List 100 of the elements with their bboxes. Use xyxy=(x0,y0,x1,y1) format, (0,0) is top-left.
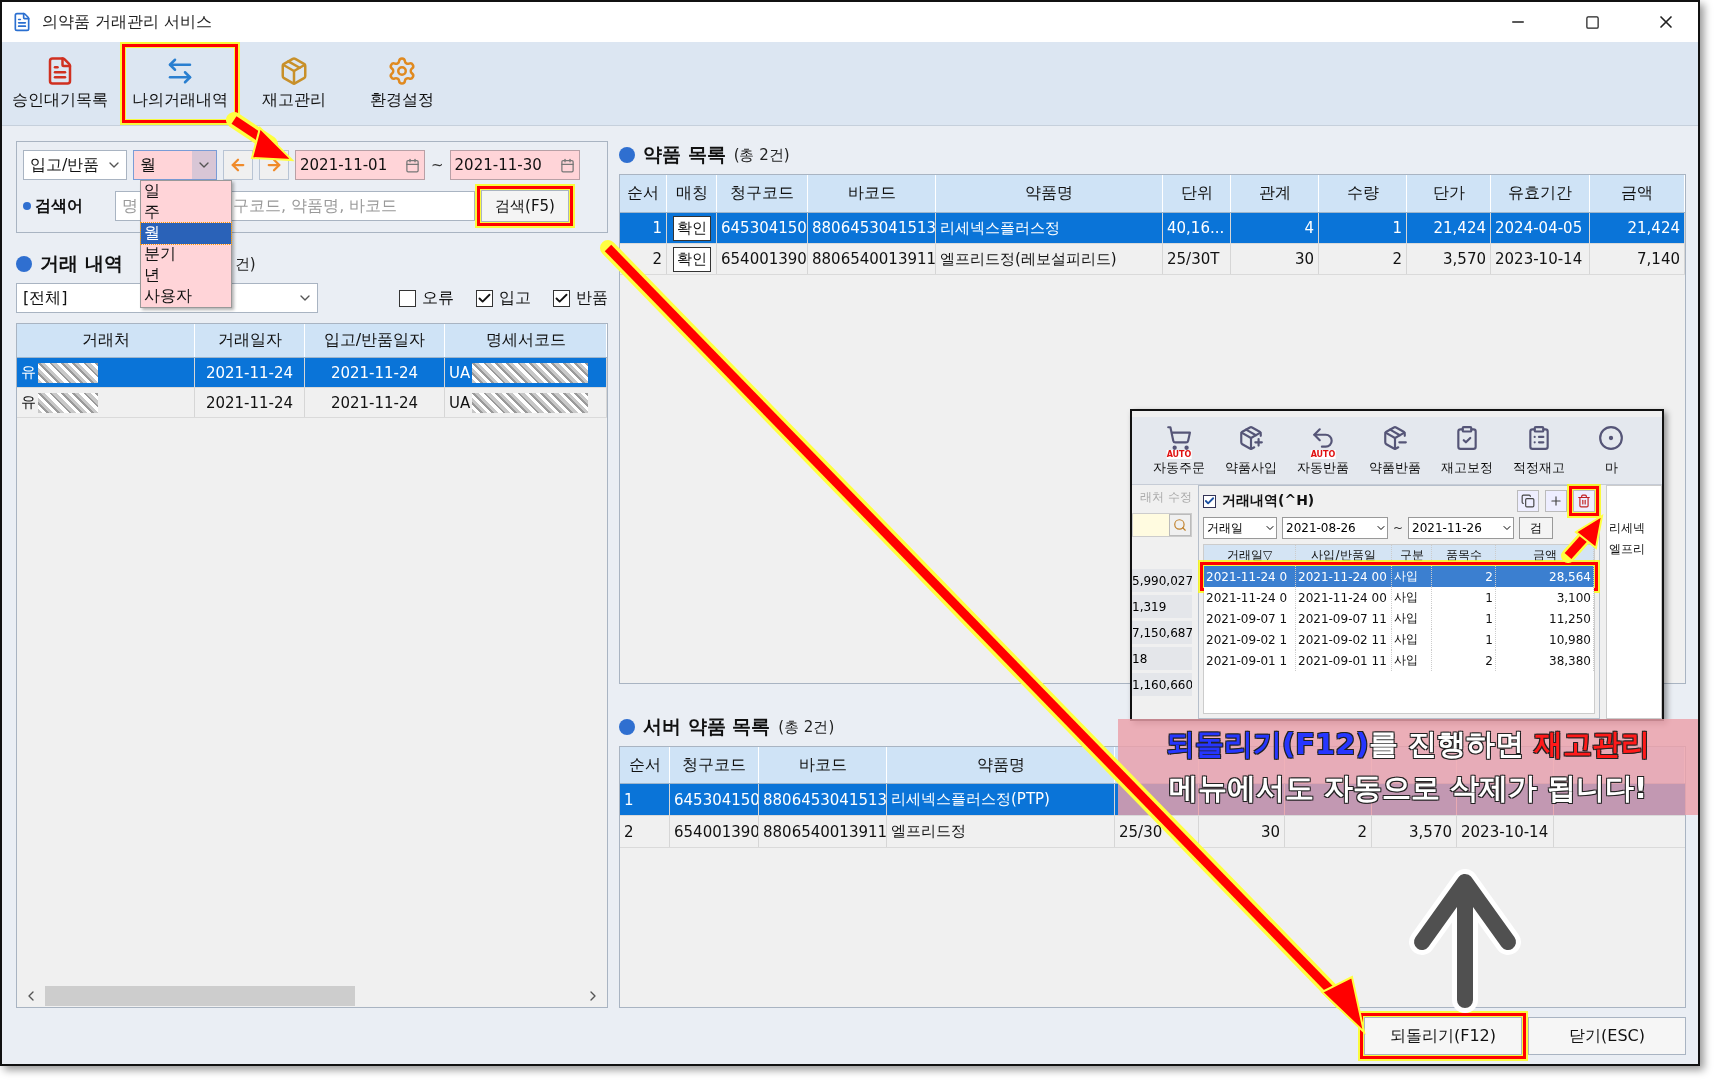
section-title: 약품 목록 xyxy=(643,142,726,167)
window-title: 의약품 거래관리 서비스 xyxy=(42,11,214,33)
table-cell: 2 xyxy=(652,250,662,268)
table-row[interactable]: 2021-11-24 0 2021-11-24 00 사입 1 3,100 xyxy=(1204,587,1594,608)
table-row[interactable]: 2 확인 654001390 8806540013911 엘프리드정(레보설피리드) 25/30T 30 2 3,570 2023-10-14 7,140 xyxy=(620,244,1685,275)
list-item: 리세넥 xyxy=(1609,520,1646,537)
calendar-icon xyxy=(559,157,575,173)
toolbar-button[interactable]: 재고보정 xyxy=(1432,424,1502,477)
amount-cell: 1,160,660 xyxy=(1132,673,1192,696)
column-header[interactable]: 청구코드 xyxy=(717,175,808,212)
checkbox[interactable] xyxy=(1203,494,1216,508)
column-header[interactable]: 관계 xyxy=(1231,175,1319,212)
checkbox-label: 반품 xyxy=(576,287,608,309)
dropdown-option[interactable]: 월 xyxy=(141,223,231,244)
column-header[interactable]: 약품명 xyxy=(936,175,1163,212)
dropdown-option[interactable]: 년 xyxy=(141,265,231,286)
table-cell: 645304150 xyxy=(721,219,807,237)
column-header[interactable]: 순서 xyxy=(620,175,667,212)
type-dropdown[interactable]: 입고/반품 xyxy=(23,150,127,180)
section-count: (총 2건) xyxy=(733,145,790,165)
column-header[interactable]: 순서 xyxy=(620,747,670,783)
table-cell: 4 xyxy=(1304,219,1314,237)
table-cell: 2023-10-14 xyxy=(1461,822,1549,841)
table-cell: 유 xyxy=(21,393,36,412)
column-header[interactable]: 매칭 xyxy=(667,175,717,212)
column-header[interactable]: 약품명 xyxy=(887,747,1115,783)
column-header[interactable]: 금액 xyxy=(1590,175,1685,212)
checkbox[interactable] xyxy=(399,289,416,307)
circle-icon xyxy=(1598,424,1624,451)
toolbar-button[interactable]: 약품반품 xyxy=(1360,424,1430,477)
toolbar-button[interactable]: 나의거래내역 xyxy=(126,48,234,119)
table-cell: 21,424 xyxy=(1627,219,1680,237)
table-row[interactable]: 유 2021-11-24 2021-11-24 UA xyxy=(17,358,607,388)
amount-cell: 1,319 xyxy=(1132,595,1192,618)
search-label: 검색어 xyxy=(23,195,109,217)
toolbar-button[interactable]: 재고관리 xyxy=(246,48,342,119)
clipboard-check-icon xyxy=(1454,424,1480,451)
maximize-icon[interactable] xyxy=(1584,14,1600,30)
search-button[interactable]: 검 xyxy=(1519,517,1554,539)
table-cell: 25/30 xyxy=(1119,822,1163,841)
date-type-dropdown[interactable]: 거래일 xyxy=(1203,517,1277,539)
table-row[interactable]: 2021-09-02 1 2021-09-02 11 사입 1 10,980 xyxy=(1204,629,1594,650)
range-separator: ~ xyxy=(1393,521,1404,535)
table-row[interactable]: 1 확인 645304150 8806453041513 리세넥스플러스정 40,16... 4 1 21,424 2024-04-05 21,424 xyxy=(620,213,1685,244)
toolbar-button[interactable]: 적정재고 xyxy=(1504,424,1574,477)
list-item: 엘프리 xyxy=(1609,541,1646,558)
table-cell: 리세넥스플러스정 xyxy=(940,218,1060,238)
period-dropdown[interactable]: 월 xyxy=(133,150,217,180)
copy-icon[interactable] xyxy=(1517,490,1539,512)
column-header[interactable]: 바코드 xyxy=(808,175,936,212)
table-row[interactable]: 2021-09-01 1 2021-09-01 11 사입 2 38,380 xyxy=(1204,650,1594,671)
column-header[interactable]: 수량 xyxy=(1319,175,1407,212)
column-header[interactable]: 단위 xyxy=(1163,175,1231,212)
checkbox[interactable] xyxy=(553,289,570,307)
auto-badge: AUTO xyxy=(1166,449,1192,459)
app-icon xyxy=(12,12,32,32)
table-row[interactable]: 2021-09-07 1 2021-09-07 11 사입 1 11,250 xyxy=(1204,608,1594,629)
table-cell: 2021-11-24 xyxy=(205,393,294,412)
table-row[interactable]: 유 2021-11-24 2021-11-24 UA xyxy=(17,388,607,418)
column-header[interactable]: 거래처 xyxy=(17,324,195,357)
section-icon xyxy=(16,256,32,272)
date-field[interactable]: 2021-11-30 xyxy=(449,150,580,180)
checkbox-label: 오류 xyxy=(422,287,454,309)
search-icon xyxy=(1173,518,1187,532)
date-field[interactable]: 2021-11-01 xyxy=(295,150,425,180)
table-cell: 30 xyxy=(1260,822,1280,841)
table-cell: 8806540013911 xyxy=(763,822,886,841)
column-header[interactable]: 거래일자 xyxy=(195,324,305,357)
column-header[interactable]: 입고/반품일자 xyxy=(305,324,445,357)
footer-button[interactable]: 닫기(ESC) xyxy=(1528,1017,1686,1055)
toolbar-button[interactable]: 약품사입 xyxy=(1216,424,1286,477)
toolbar-button[interactable]: AUTO 자동반품 xyxy=(1288,424,1358,477)
table-cell: 30 xyxy=(1294,250,1314,268)
column-header[interactable]: 단가 xyxy=(1407,175,1491,212)
toolbar-button[interactable]: AUTO 자동주문 xyxy=(1144,424,1214,477)
dropdown-option[interactable]: 분기 xyxy=(141,244,231,265)
column-header[interactable]: 명세서코드 xyxy=(445,324,607,357)
table-cell: 리세넥스플러스정(PTP) xyxy=(891,790,1050,809)
side-field[interactable] xyxy=(1132,513,1192,537)
toolbar-button[interactable]: 마 xyxy=(1576,424,1646,477)
date-field[interactable]: 2021-08-26 xyxy=(1282,517,1388,539)
checkbox[interactable] xyxy=(476,289,493,307)
table-row[interactable]: 2 654001390 8806540013911 엘프리드정 25/30 30 2 3,570 2023-10-14 xyxy=(620,816,1685,848)
box-plus-icon xyxy=(1238,424,1264,451)
dropdown-option[interactable]: 주 xyxy=(141,202,231,223)
column-header[interactable]: 청구코드 xyxy=(670,747,759,783)
table-cell: 엘프리드정 xyxy=(891,822,966,841)
section-icon xyxy=(619,147,635,163)
table-cell: 2021-09-01 1 xyxy=(1204,650,1296,671)
column-header[interactable]: 바코드 xyxy=(759,747,887,783)
match-tag[interactable]: 확인 xyxy=(672,215,711,241)
column-header[interactable]: 유효기간 xyxy=(1491,175,1590,212)
amount-cell: 7,150,687 xyxy=(1132,621,1192,644)
toolbar-button[interactable]: 승인대기목록 xyxy=(6,48,114,119)
date-field[interactable]: 2021-11-26 xyxy=(1408,517,1515,539)
arrow xyxy=(1561,513,1604,563)
dropdown-option[interactable]: 사용자 xyxy=(141,286,231,307)
match-tag[interactable]: 확인 xyxy=(672,246,711,272)
toolbar-button[interactable]: 환경설정 xyxy=(354,48,450,119)
add-icon[interactable] xyxy=(1545,490,1567,512)
